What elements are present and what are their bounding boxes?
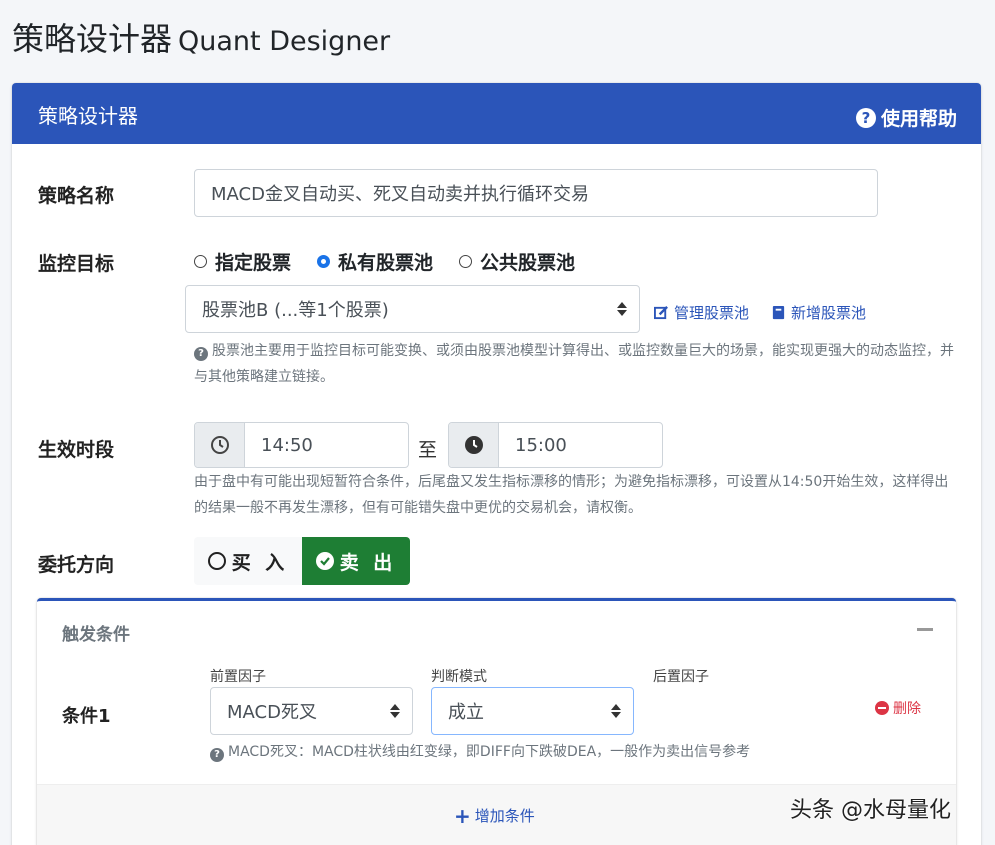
radio-public-pool[interactable]: 公共股票池 (459, 248, 575, 275)
direction-toggle: 买 入 卖 出 (194, 537, 410, 585)
delete-condition-link[interactable]: 删除 (875, 698, 921, 718)
buy-button[interactable]: 买 入 (194, 537, 302, 585)
mode-select[interactable]: 成立 (431, 687, 634, 735)
new-pool-link[interactable]: 新增股票池 (771, 302, 866, 323)
new-pool-label: 新增股票池 (791, 304, 867, 322)
strategy-name-input[interactable]: MACD金叉自动买、死叉自动卖并执行循环交易 (194, 169, 878, 217)
monitor-target-label: 监控目标 (38, 253, 115, 275)
radio-private-pool-label: 私有股票池 (338, 252, 434, 274)
monitor-target-help-text: 股票池主要用于监控目标可能变换、或须由股票池模型计算得出、或监控数量巨大的场景，… (194, 343, 954, 385)
select-arrows-icon (390, 704, 400, 718)
condition-1-label: 条件1 (62, 706, 111, 727)
mode-value: 成立 (448, 702, 484, 723)
clock-filled-icon (449, 423, 499, 467)
monitor-target-help: ? 股票池主要用于监控目标可能变换、或须由股票池模型计算得出、或监控数量巨大的场景… (194, 338, 954, 390)
collapse-icon[interactable] (917, 628, 933, 631)
page-title: 策略设计器 Quant Designer (12, 14, 390, 60)
clock-icon (195, 423, 245, 467)
buy-button-label: 买 入 (231, 551, 289, 574)
edit-icon (654, 306, 668, 320)
monitor-target-radio-group: 指定股票 私有股票池 公共股票池 (194, 248, 601, 275)
condition-help: ? MACD死叉：MACD柱状线由红变绿，即DIFF向下跌破DEA，一般作为卖出信… (210, 739, 910, 765)
minus-circle-icon (875, 701, 889, 715)
strategy-card: 策略设计器 ? 使用帮助 策略名称 MACD金叉自动买、死叉自动卖并执行循环交易… (12, 83, 981, 845)
page-title-en: Quant Designer (178, 26, 391, 57)
card-header: 策略设计器 ? 使用帮助 (12, 83, 981, 144)
circle-icon (207, 552, 226, 570)
plus-icon: + (454, 803, 471, 828)
stock-pool-select-value: 股票池B (...等1个股票) (202, 300, 389, 321)
check-circle-icon (315, 552, 334, 570)
mode-label: 判断模式 (431, 669, 487, 685)
start-time-value: 14:50 (261, 434, 313, 456)
sell-button-label: 卖 出 (339, 551, 397, 574)
sell-button[interactable]: 卖 出 (302, 537, 410, 585)
question-circle-icon: ? (210, 748, 224, 762)
select-arrows-icon (617, 302, 627, 316)
delete-condition-label: 删除 (893, 701, 921, 717)
add-condition-link[interactable]: + 增加条件 (454, 805, 535, 826)
radio-specific-stock[interactable]: 指定股票 (194, 248, 291, 275)
stock-pool-select[interactable]: 股票池B (...等1个股票) (185, 285, 640, 333)
help-button[interactable]: ? 使用帮助 (855, 104, 957, 131)
to-label: 至 (418, 439, 438, 461)
radio-specific-stock-label: 指定股票 (215, 252, 292, 274)
radio-public-pool-label: 公共股票池 (480, 252, 576, 274)
book-icon (772, 305, 785, 320)
condition-help-text: MACD死叉：MACD柱状线由红变绿，即DIFF向下跌破DEA，一般作为卖出信号… (228, 744, 751, 760)
question-circle-icon: ? (855, 107, 876, 128)
trigger-conditions-title: 触发条件 (62, 625, 130, 645)
radio-checked-icon (317, 255, 331, 268)
help-button-label: 使用帮助 (880, 108, 957, 130)
radio-unchecked-icon (459, 255, 473, 268)
pre-factor-select[interactable]: MACD死叉 (210, 687, 413, 735)
end-time-picker[interactable]: 15:00 (448, 422, 663, 468)
page-title-cn: 策略设计器 (12, 20, 173, 58)
strategy-name-label: 策略名称 (38, 185, 115, 207)
add-condition-label: 增加条件 (474, 807, 535, 825)
question-circle-icon: ? (194, 347, 208, 361)
radio-unchecked-icon (194, 255, 207, 268)
strategy-name-value: MACD金叉自动买、死叉自动卖并执行循环交易 (211, 184, 589, 205)
card-title: 策略设计器 (38, 104, 138, 128)
watermark: 头条 @水母量化 (790, 798, 951, 823)
effective-period-help: 由于盘中有可能出现短暂符合条件，后尾盘又发生指标漂移的情形；为避免指标漂移，可设… (194, 474, 949, 516)
effective-period-label: 生效时段 (38, 439, 115, 461)
start-time-picker[interactable]: 14:50 (194, 422, 409, 468)
pre-factor-value: MACD死叉 (227, 702, 317, 723)
pre-factor-label: 前置因子 (210, 669, 266, 685)
end-time-value: 15:00 (515, 434, 567, 456)
manage-pool-label: 管理股票池 (674, 304, 750, 322)
direction-label: 委托方向 (38, 554, 115, 576)
post-factor-label: 后置因子 (653, 669, 709, 685)
manage-pool-link[interactable]: 管理股票池 (654, 302, 749, 323)
radio-private-pool[interactable]: 私有股票池 (317, 248, 433, 275)
select-arrows-icon (611, 704, 621, 718)
